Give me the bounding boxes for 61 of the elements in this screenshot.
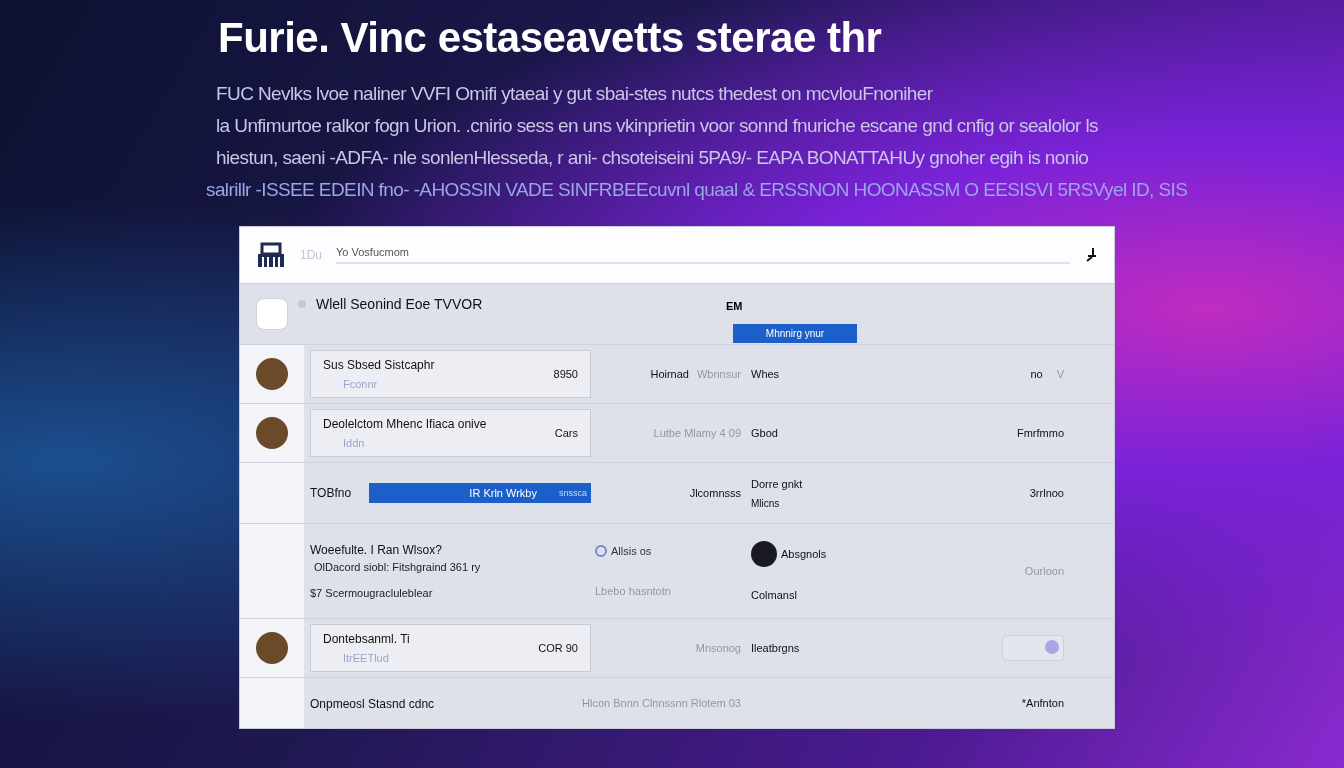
toggle-switch[interactable]: [1002, 635, 1064, 661]
amount-text: 8950: [553, 368, 578, 380]
avatar: [256, 417, 288, 449]
pin-icon[interactable]: [1084, 247, 1098, 263]
contact-name: Deolelctom Mhenc Ifiaca onive: [323, 417, 487, 431]
list-row[interactable]: Sus Sbsed Sistcaphr Fconnr 8950 Hoirnad Wbnnsur Whes no V: [240, 344, 1114, 403]
avatar: [751, 541, 777, 567]
cell-caption: Lutbe Mlamy 4 09: [653, 427, 741, 439]
cell-caption: Lbebo hasntotn: [595, 585, 671, 597]
action-button[interactable]: Mhnnirg ynur: [733, 324, 857, 343]
detail-title: Woeefulte. I Ran Wlsox?: [310, 543, 443, 557]
list-row[interactable]: Onpmeosl Stasnd cdnc Hlcon Bnnn Clnnssnn Rlotem 03 *Anfnton: [240, 677, 1114, 728]
cell-text: Jlcomnsss: [689, 487, 741, 499]
amount-text: Cars: [554, 427, 578, 439]
cell-text: Ileatbrgns: [751, 642, 801, 654]
row-title: Onpmeosl Stasnd cdnc: [310, 697, 435, 711]
list-row[interactable]: Woeefulte. I Ran Wlsox? OlDacord siobl: Fitshgraind 361 ry $7 Scermougracluleblear Allsis os Lbebo hasntotn Absgnols Colmansl Ourloon: [240, 523, 1114, 618]
cell-text: 3rrlnoo: [1029, 487, 1064, 499]
toolbar-label: 1Du: [300, 248, 322, 262]
search-field[interactable]: Yo Vosfucmom: [336, 246, 1070, 264]
cell-text: no: [1030, 368, 1043, 380]
cell-caption: Hlcon Bnnn Clnnssnn Rlotem 03: [582, 697, 741, 709]
list-row[interactable]: Dontebsanml. Ti ItrEETlud COR 90 Mnsonog Ileatbrgns: [240, 618, 1114, 677]
list-row[interactable]: Deolelctom Mhenc Ifiaca onive Iddn Cars Lutbe Mlamy 4 09 Gbod Fmrfmmo: [240, 403, 1114, 462]
person-name: Absgnols: [781, 548, 827, 560]
app-icon: [256, 298, 288, 330]
hero-paragraph: FUC Nevlks lvoe naliner VVFI Omifi ytaeai y gut sbai-stes nutcs thedest on mcvlouFnoniher la Unfimurtoe ralkor fogn Urion. .cnirio sess en uns vkinprietin voor sonnd fnuriche escane gnd cnfig or sealolor ls hiestun, saeni -ADFA- nle sonlenHlesseda, r ani- chsoteiseini 5PA9/- EAPA BONATTAHUy gnoher egih is nonio salrillr -ISSEE EDEIN fno- -AHOSSIN VADE SINFRBEEcuvnl quaal & ERSSNON HOONASSM O EESISVI 5RSVyel ID, SIS: [206, 82, 1189, 202]
avatar: [256, 358, 288, 390]
section-title: Wlell Seonind Eoe TVVOR: [316, 296, 484, 312]
detail-note: $7 Scermougracluleblear: [310, 587, 434, 599]
contact-name: Dontebsanml. Ti: [323, 632, 410, 646]
contact-subtitle: Fconnr: [342, 378, 379, 390]
list-row[interactable]: TOBfno IR Krln Wrkby snssca Jlcomnsss Dorre gnkt Mlicns 3rrlnoo: [240, 462, 1114, 523]
cell-text: Gbod: [751, 427, 779, 439]
row-gutter: [240, 678, 304, 728]
status-dot-icon: [298, 300, 306, 308]
amount-text: COR 90: [538, 642, 578, 654]
bar-caption: snssca: [559, 488, 587, 498]
cell-text: Fmrfmmo: [1016, 427, 1064, 439]
cell-text: *Anfnton: [1021, 697, 1064, 709]
cell-caption: V: [1056, 368, 1064, 380]
cell-caption: Wbnnsur: [696, 368, 741, 380]
row-label: TOBfno: [310, 486, 352, 500]
cell-text: Dorre gnkt: [751, 477, 804, 490]
cell-text: Colmansl: [751, 589, 798, 601]
detail-subtitle: OlDacord siobl: Fitshgraind 361 ry: [313, 561, 482, 573]
contact-subtitle: Iddn: [342, 437, 366, 449]
section-tag: EM: [726, 300, 743, 312]
building-icon: [256, 242, 286, 268]
contact-subtitle: ItrEETlud: [342, 652, 390, 664]
cell-caption: Mlicns: [751, 497, 781, 509]
cell-text: Hoirnad: [650, 368, 689, 380]
contact-name: Sus Sbsed Sistcaphr: [323, 358, 435, 372]
highlight-bar[interactable]: IR Krln Wrkby snssca: [369, 483, 591, 503]
avatar: [256, 632, 288, 664]
cell-caption: Mnsonog: [695, 642, 741, 654]
cell-caption: Ourloon: [1024, 565, 1064, 577]
bar-label: IR Krln Wrkby: [469, 487, 537, 499]
hero-title: Furie. Vinc estaseavetts sterae thr: [218, 14, 883, 62]
status-chip: Allsis os: [595, 545, 652, 557]
cell-text: Whes: [751, 368, 781, 380]
